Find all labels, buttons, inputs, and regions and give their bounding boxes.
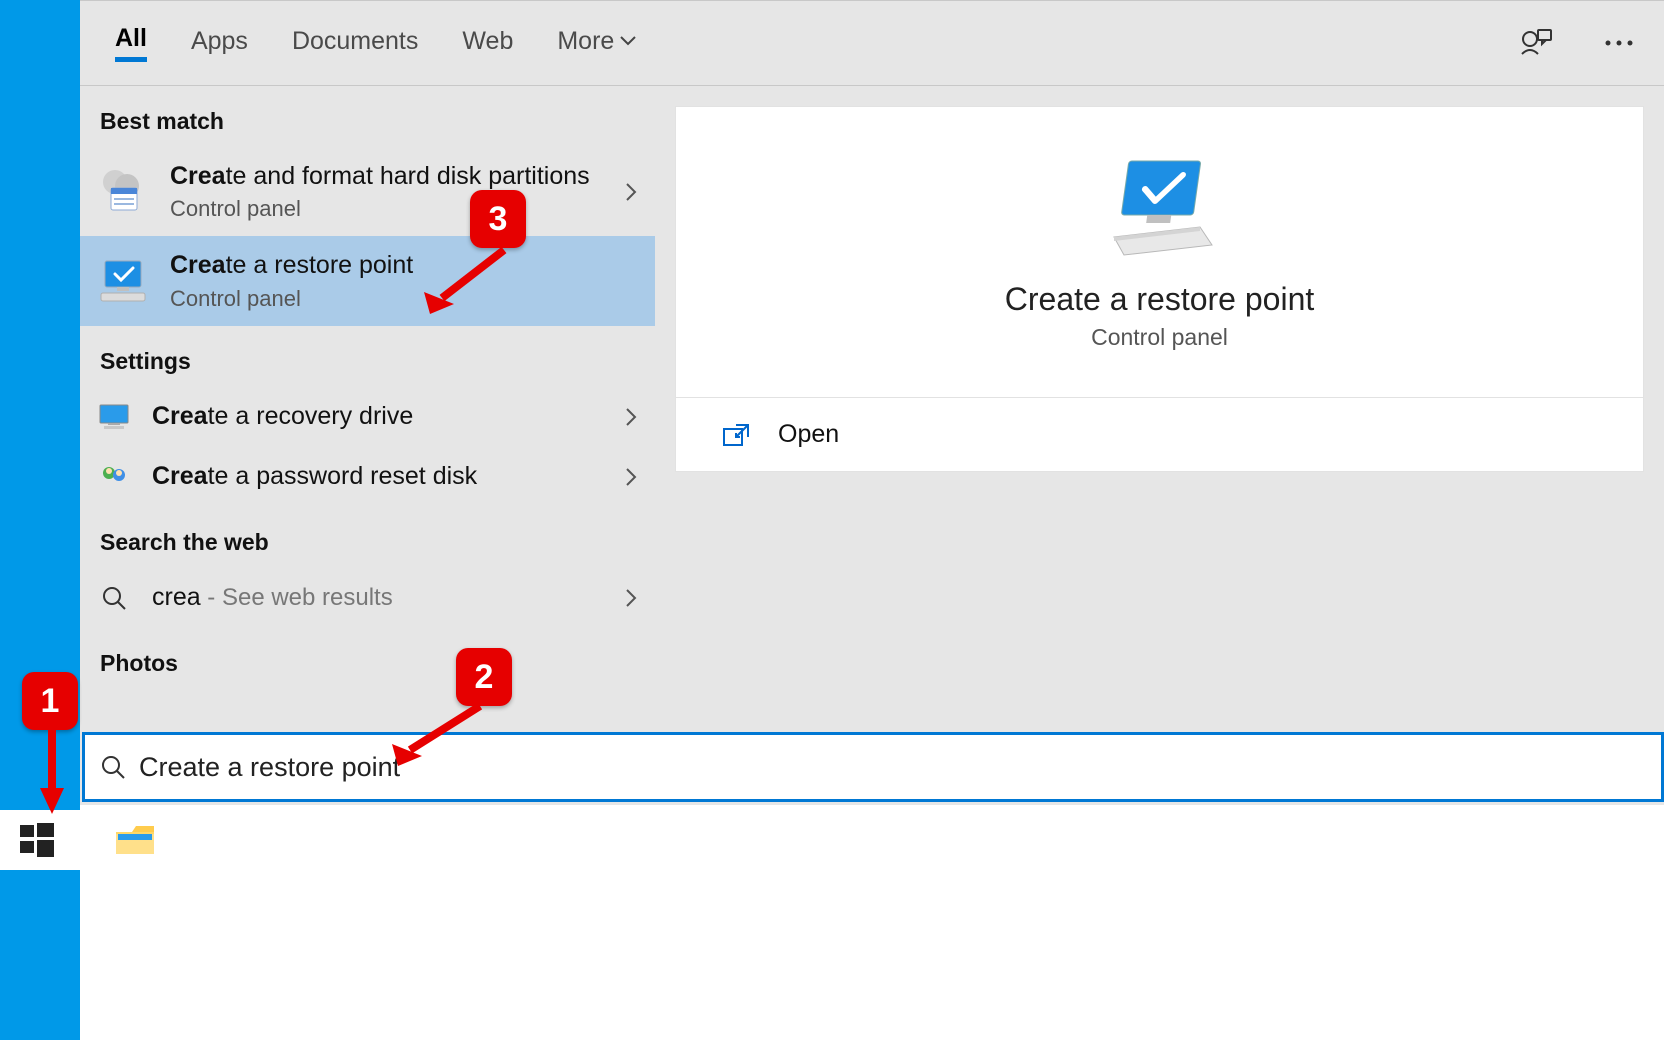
result-restore-point[interactable]: Create a restore point Control panel [80, 236, 655, 325]
chevron-right-icon[interactable] [625, 407, 637, 427]
search-input[interactable] [139, 752, 1647, 783]
search-tabs: All Apps Documents Web More [80, 1, 1664, 86]
open-icon [722, 423, 750, 447]
feedback-icon[interactable] [1518, 28, 1554, 58]
preview-open-label: Open [778, 420, 839, 449]
result-disk-partitions[interactable]: Create and format hard disk partitions C… [80, 147, 655, 236]
start-search-panel: All Apps Documents Web More [80, 0, 1664, 805]
chevron-right-icon[interactable] [625, 588, 637, 608]
start-button[interactable] [20, 823, 54, 857]
annotation-3: 3 [470, 190, 526, 248]
result-title: crea - See web results [152, 582, 601, 613]
section-search-web: Search the web [80, 507, 655, 568]
annotation-2: 2 [456, 648, 512, 706]
monitor-check-icon [94, 252, 152, 310]
annotation-1: 1 [22, 672, 78, 730]
result-title: Create and format hard disk partitions [170, 161, 601, 192]
monitor-icon [94, 397, 134, 437]
preview-title: Create a restore point [1005, 281, 1315, 318]
tab-all[interactable]: All [115, 24, 147, 62]
section-best-match: Best match [80, 86, 655, 147]
search-icon [94, 578, 134, 618]
chevron-right-icon[interactable] [625, 182, 637, 202]
tab-documents[interactable]: Documents [292, 27, 418, 60]
search-bar[interactable] [82, 732, 1664, 802]
control-panel-icon [94, 163, 152, 221]
result-web-search[interactable]: crea - See web results [80, 568, 655, 628]
taskbar [0, 810, 1664, 870]
search-content: Best match Create and format hard disk p… [80, 86, 1664, 805]
tab-apps[interactable]: Apps [191, 27, 248, 60]
result-password-reset[interactable]: Create a password reset disk [80, 447, 655, 507]
monitor-check-large-icon [1100, 153, 1220, 263]
result-title: Create a recovery drive [152, 401, 601, 432]
taskbar-active-app-strip [0, 0, 80, 1040]
more-options-icon[interactable] [1604, 39, 1634, 47]
users-icon [94, 457, 134, 497]
chevron-right-icon[interactable] [625, 467, 637, 487]
tab-more-label: More [557, 27, 614, 56]
preview-card: Create a restore point Control panel [675, 106, 1644, 398]
file-explorer-icon[interactable] [114, 822, 156, 858]
chevron-down-icon [620, 36, 636, 46]
section-photos: Photos [80, 628, 655, 689]
preview-open-action[interactable]: Open [675, 398, 1644, 472]
tab-more[interactable]: More [557, 27, 636, 60]
result-subtitle: Control panel [170, 196, 601, 222]
result-subtitle: Control panel [170, 286, 637, 312]
section-settings: Settings [80, 326, 655, 387]
result-title: Create a password reset disk [152, 461, 601, 492]
result-recovery-drive[interactable]: Create a recovery drive [80, 387, 655, 447]
tab-web[interactable]: Web [462, 27, 513, 60]
preview-pane: Create a restore point Control panel Ope… [655, 86, 1664, 805]
results-list: Best match Create and format hard disk p… [80, 86, 655, 805]
result-title: Create a restore point [170, 250, 637, 281]
search-icon [99, 753, 127, 781]
preview-subtitle: Control panel [1091, 324, 1228, 351]
